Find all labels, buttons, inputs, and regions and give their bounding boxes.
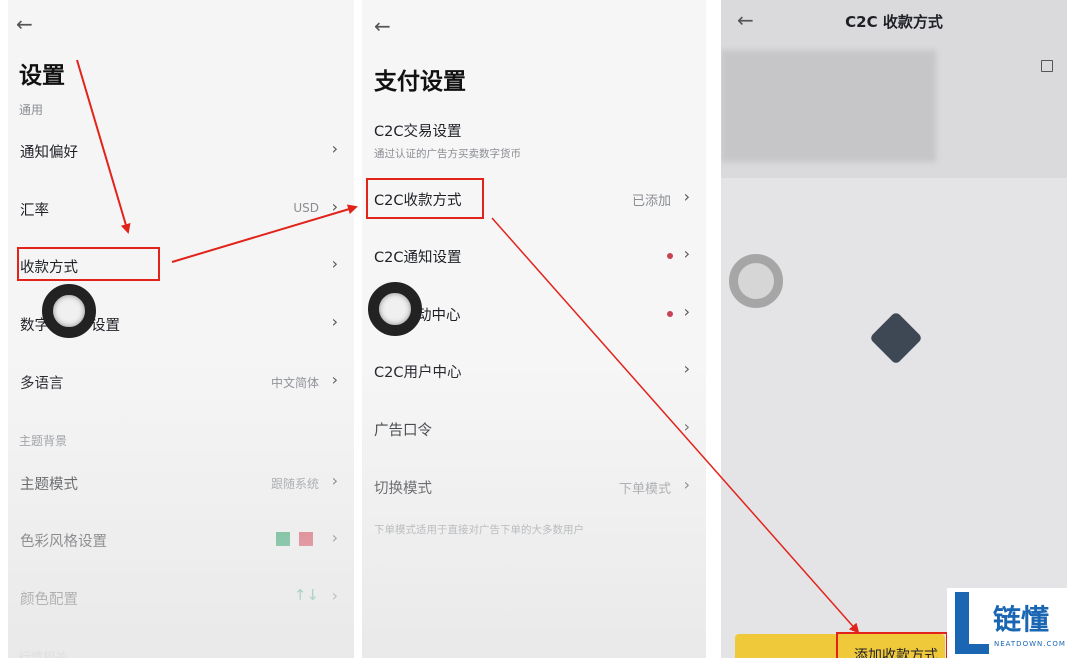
row-label: 主题模式 [20, 477, 78, 493]
logo-mark-foot [955, 644, 989, 654]
row-value: USD [293, 201, 319, 215]
back-arrow-icon[interactable]: ← [374, 16, 391, 36]
section-general: 通用 [19, 103, 44, 117]
touch-indicator-icon [42, 284, 96, 338]
add-payment-method-button[interactable]: 添加收款方式 [836, 632, 948, 658]
touch-indicator-icon [729, 254, 783, 308]
row-c2c-payment-methods[interactable]: C2C收款方式 已添加 › [362, 174, 706, 224]
row-color-config[interactable]: 颜色配置 ↑↓ › [8, 573, 354, 623]
chevron-right-icon: › [683, 475, 690, 494]
row-label: C2C用户中心 [374, 365, 462, 381]
green-swatch-icon [276, 532, 290, 546]
chevron-right-icon: › [331, 254, 338, 273]
notification-dot-icon [667, 311, 673, 317]
chevron-right-icon: › [683, 244, 690, 263]
chevron-right-icon: › [683, 187, 690, 206]
row-label: 颜色配置 [20, 592, 78, 608]
row-label: 汇率 [20, 203, 49, 219]
chevron-right-icon: › [331, 370, 338, 389]
row-label: 收款方式 [20, 260, 78, 276]
row-c2c-notification-settings[interactable]: C2C通知设置 › [362, 231, 706, 281]
row-label: 通知偏好 [20, 145, 78, 161]
row-c2c-trade-settings[interactable]: C2C交易设置 通过认证的广告方买卖数字货币 [362, 112, 706, 168]
up-down-arrows-icon: ↑↓ [293, 586, 319, 604]
section-theme: 主题背景 [19, 434, 68, 448]
row-label: C2C交易设置 [374, 124, 462, 140]
settings-panel: ← 设置 通用 通知偏好 › 汇率 USD › 收款方式 › 数字 设置 › 多… [8, 0, 354, 658]
row-label: C2C收款方式 [374, 193, 462, 209]
row-exchange-rate[interactable]: 汇率 USD › [8, 184, 354, 234]
row-value: 下单模式 [618, 482, 671, 497]
row-label: 广告口令 [374, 423, 432, 439]
row-theme-mode[interactable]: 主题模式 跟随系统 › [8, 458, 354, 508]
edit-icon[interactable] [1041, 60, 1053, 72]
mode-note: 下单模式适用于直接对广告下单的大多数用户 [374, 524, 584, 536]
button-label: 添加收款方式 [854, 648, 938, 658]
row-value: 跟随系统 [270, 477, 319, 491]
page-title: 设置 [19, 63, 65, 89]
row-label: 色彩风格设置 [20, 534, 107, 550]
section-market: 行情相关 [19, 650, 68, 658]
row-ad-password[interactable]: 广告口令 › [362, 404, 706, 454]
chevron-right-icon: › [683, 302, 690, 321]
row-label-suffix: 设置 [91, 318, 120, 334]
site-logo: 链懂 NEATDOWN.COM [947, 588, 1067, 658]
chevron-right-icon: › [331, 312, 338, 331]
row-payment-methods[interactable]: 收款方式 › [8, 241, 354, 291]
row-switch-mode[interactable]: 切换模式 下单模式 › [362, 462, 706, 512]
page-title: 支付设置 [374, 69, 466, 95]
row-c2c-user-center[interactable]: C2C用户中心 › [362, 346, 706, 396]
chevron-right-icon: › [683, 417, 690, 436]
row-label: 切换模式 [374, 481, 432, 497]
row-description: 通过认证的广告方买卖数字货币 [374, 148, 521, 160]
row-label: 动中心 [417, 308, 461, 324]
chevron-right-icon: › [331, 139, 338, 158]
row-value: 中文简体 [270, 376, 319, 390]
row-color-style[interactable]: 色彩风格设置 › [8, 515, 354, 565]
logo-text: 链懂 [993, 603, 1050, 636]
logo-subtext: NEATDOWN.COM [994, 640, 1066, 648]
row-value: 已添加 [631, 194, 671, 209]
empty-state-icon [869, 311, 923, 365]
chevron-right-icon: › [331, 586, 338, 605]
chevron-right-icon: › [331, 197, 338, 216]
chevron-right-icon: › [683, 359, 690, 378]
c2c-payment-methods-panel: ← C2C 收款方式 添加收款方式 [721, 0, 1067, 658]
row-notification-preferences[interactable]: 通知偏好 › [8, 126, 354, 176]
chevron-right-icon: › [331, 471, 338, 490]
back-arrow-icon[interactable]: ← [16, 14, 33, 34]
row-label: 多语言 [20, 376, 64, 392]
notification-dot-icon [667, 253, 673, 259]
page-title: C2C 收款方式 [845, 13, 943, 31]
touch-indicator-icon [368, 282, 422, 336]
red-swatch-icon [299, 532, 313, 546]
payment-settings-panel: ← 支付设置 C2C交易设置 通过认证的广告方买卖数字货币 C2C收款方式 已添… [362, 0, 706, 658]
blurred-card [721, 50, 936, 162]
row-label: C2C通知设置 [374, 250, 462, 266]
chevron-right-icon: › [331, 528, 338, 547]
row-language[interactable]: 多语言 中文简体 › [8, 357, 354, 407]
